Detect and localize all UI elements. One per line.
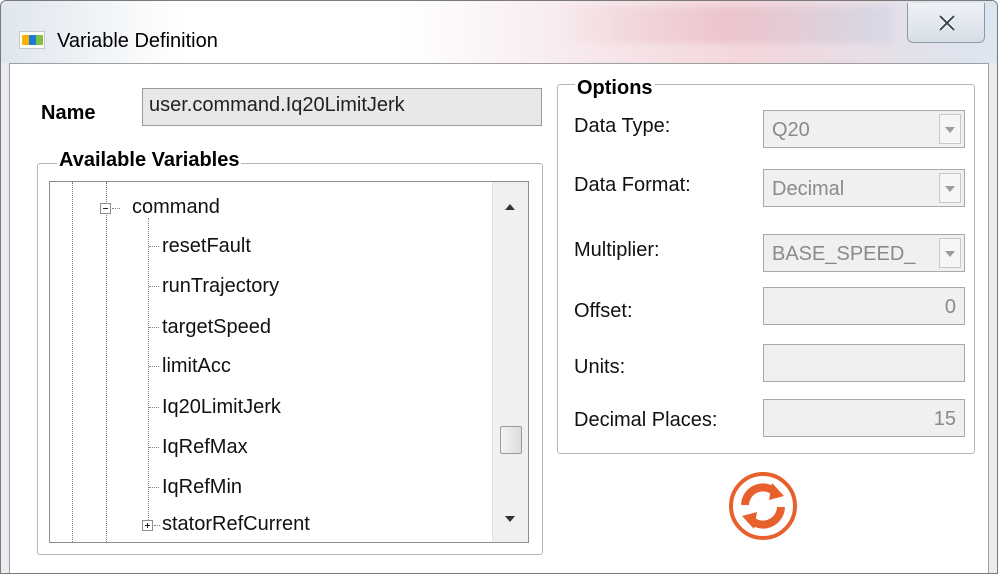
variables-tree[interactable]: command resetFault runTrajectory targetS… — [49, 181, 529, 543]
tree-item-resetfault[interactable]: resetFault — [162, 235, 251, 258]
options-title: Options — [575, 77, 655, 100]
decimal-places-value: 15 — [933, 408, 956, 430]
refresh-button[interactable] — [728, 471, 798, 541]
tree-branch — [154, 525, 160, 526]
tree-branch — [112, 208, 120, 209]
nxp-logo-icon — [19, 31, 45, 49]
tree-item-targetspeed[interactable]: targetSpeed — [162, 316, 271, 339]
scroll-thumb[interactable] — [500, 426, 522, 454]
tree-item-iqrefmax[interactable]: IqRefMax — [162, 436, 248, 459]
multiplier-dropdown-icon[interactable] — [939, 238, 961, 268]
tree-branch — [149, 447, 159, 448]
tree-guide-line — [72, 182, 73, 542]
tree-item-iq20limitjerk[interactable]: Iq20LimitJerk — [162, 396, 281, 419]
units-field[interactable] — [763, 344, 965, 382]
multiplier-select[interactable]: BASE_SPEED_ — [763, 234, 965, 272]
tree-guide-line — [148, 218, 149, 528]
data-type-label: Data Type: — [574, 115, 671, 137]
window-title: Variable Definition — [57, 30, 218, 52]
refresh-icon — [729, 472, 797, 540]
tree-branch — [149, 327, 159, 328]
data-type-value: Q20 — [772, 119, 810, 141]
data-format-select[interactable]: Decimal — [763, 169, 965, 207]
units-label: Units: — [574, 356, 626, 378]
decimal-places-label: Decimal Places: — [574, 409, 718, 431]
tree-item-runtrajectory[interactable]: runTrajectory — [162, 275, 279, 298]
offset-value: 0 — [944, 296, 956, 318]
data-type-dropdown-icon[interactable] — [939, 114, 961, 144]
variable-definition-window: Variable Definition Name user.command.Iq… — [0, 0, 998, 574]
title-bar-background — [561, 7, 891, 43]
name-label: Name — [41, 102, 96, 124]
decimal-places-field[interactable]: 15 — [763, 399, 965, 437]
tree-branch — [149, 286, 159, 287]
offset-label: Offset: — [574, 300, 633, 322]
available-variables-title: Available Variables — [57, 149, 242, 172]
data-format-value: Decimal — [772, 178, 845, 200]
scroll-up-arrow-icon[interactable] — [505, 204, 515, 210]
tree-branch — [149, 487, 159, 488]
name-field[interactable]: user.command.Iq20LimitJerk — [142, 88, 542, 126]
close-button[interactable] — [907, 3, 985, 43]
title-bar: Variable Definition — [1, 1, 997, 63]
data-format-dropdown-icon[interactable] — [939, 173, 961, 203]
tree-scrollbar[interactable] — [492, 182, 528, 542]
tree-item-command[interactable]: command — [132, 196, 220, 219]
tree-item-iqrefmin[interactable]: IqRefMin — [162, 476, 242, 499]
tree-branch — [149, 366, 159, 367]
data-format-label: Data Format: — [574, 174, 691, 196]
tree-item-limitacc[interactable]: limitAcc — [162, 355, 231, 378]
tree-branch — [149, 246, 159, 247]
offset-field[interactable]: 0 — [763, 287, 965, 325]
tree-item-statorrefcurrent[interactable]: statorRefCurrent — [162, 513, 310, 536]
multiplier-value: BASE_SPEED_ — [772, 243, 916, 265]
tree-guide-line — [106, 182, 107, 542]
multiplier-label: Multiplier: — [574, 239, 660, 261]
tree-branch — [149, 407, 159, 408]
expand-toggle[interactable] — [142, 520, 153, 531]
data-type-select[interactable]: Q20 — [763, 110, 965, 148]
close-icon — [938, 15, 956, 31]
collapse-toggle[interactable] — [100, 203, 111, 214]
scroll-down-arrow-icon[interactable] — [505, 516, 515, 522]
